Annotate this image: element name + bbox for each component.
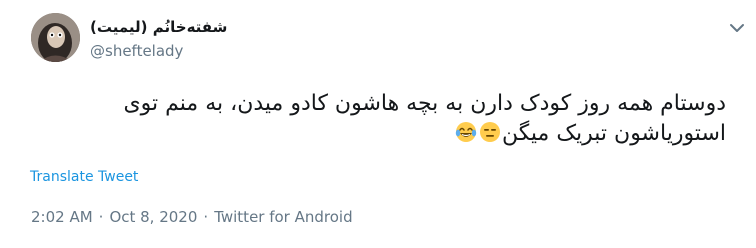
avatar-image-icon bbox=[31, 13, 80, 62]
tweet-date[interactable]: Oct 8, 2020 bbox=[109, 207, 197, 227]
tweet-text-line-1: دوستام همه روز کودک دارن به بچه هاشون کا… bbox=[123, 91, 726, 116]
user-handle[interactable]: @sheftelady bbox=[90, 41, 183, 61]
tweet-text: دوستام همه روز کودک دارن به بچه هاشون کا… bbox=[26, 89, 726, 149]
tweet-time[interactable]: 2:02 AM bbox=[31, 207, 93, 227]
tweet-text-line-2: استوریاشون تبریک میگن bbox=[26, 119, 726, 149]
face-with-tears-of-joy-icon bbox=[455, 121, 477, 143]
tweet-metadata: 2:02 AM · Oct 8, 2020 · Twitter for Android bbox=[31, 207, 353, 227]
meta-separator: · bbox=[203, 208, 209, 226]
avatar[interactable] bbox=[31, 13, 80, 62]
translate-tweet-link[interactable]: Translate Tweet bbox=[30, 168, 138, 186]
tweet-text-line-2-words: استوریاشون تبریک میگن bbox=[502, 121, 726, 146]
chevron-down-icon[interactable] bbox=[726, 17, 748, 39]
tweet-card: شفته‌خانُم (لیمیت) @sheftelady دوستام هم… bbox=[0, 0, 756, 248]
display-name[interactable]: شفته‌خانُم (لیمیت) bbox=[90, 17, 227, 37]
meta-separator: · bbox=[98, 208, 104, 226]
expressionless-face-icon bbox=[479, 121, 501, 143]
tweet-source[interactable]: Twitter for Android bbox=[214, 207, 352, 227]
